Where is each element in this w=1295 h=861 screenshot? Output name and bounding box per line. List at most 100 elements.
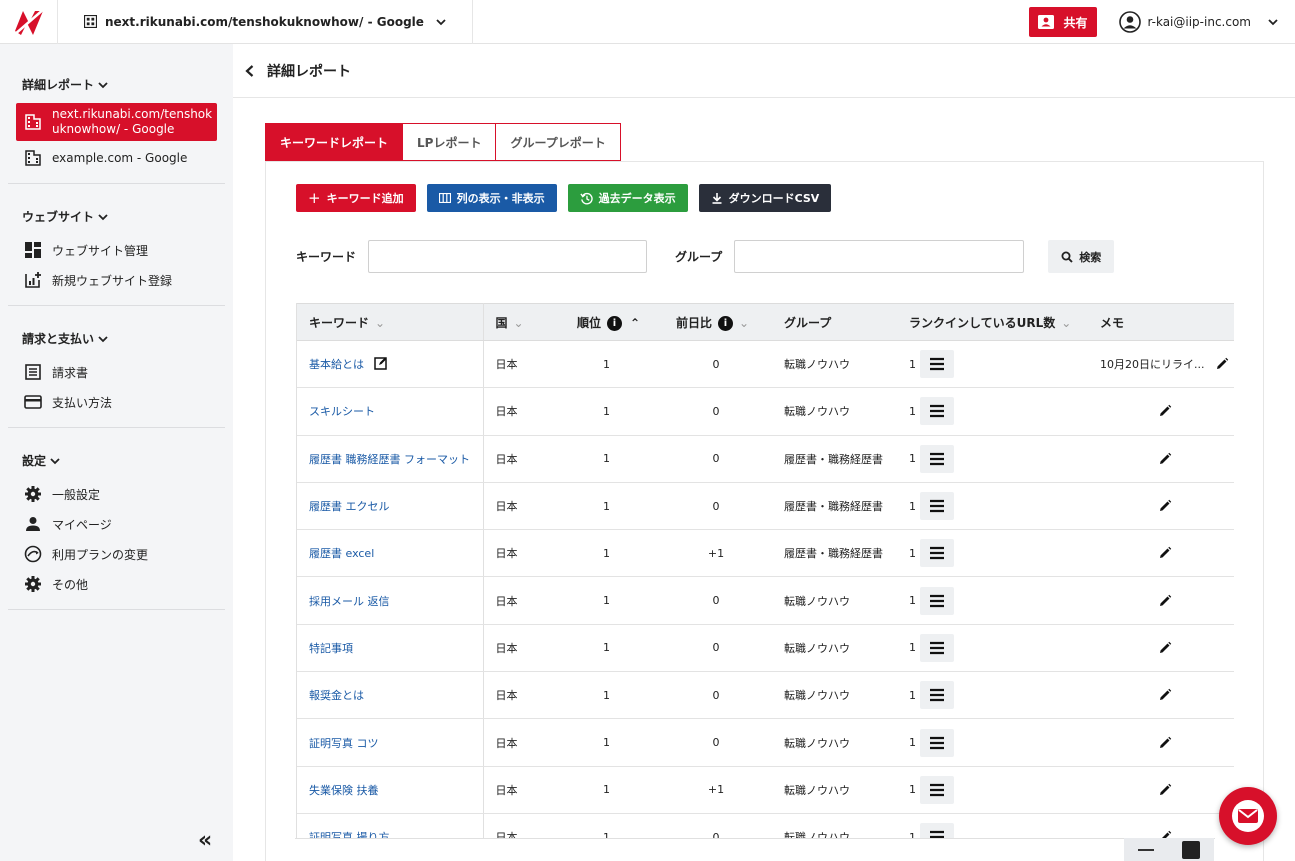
pencil-icon[interactable] [1158, 499, 1172, 513]
download-csv-button[interactable]: ダウンロードCSV [698, 184, 832, 212]
keyword-cell[interactable]: 履歴書 エクセル [297, 482, 484, 531]
keyword-cell[interactable]: 証明写真 コツ [297, 718, 484, 767]
sidebar-heading-reports[interactable]: 詳細レポート [22, 76, 217, 93]
url-list-button[interactable] [920, 823, 954, 839]
rank-cell: 1 [553, 529, 660, 578]
history-data-button[interactable]: 過去データ表示 [567, 184, 688, 212]
sort-chevron-icon: ⌄ [375, 315, 386, 330]
pencil-icon[interactable] [1158, 594, 1172, 608]
sidebar-heading-website[interactable]: ウェブサイト [22, 208, 217, 225]
pencil-icon[interactable] [1158, 452, 1172, 466]
plan-icon [24, 545, 42, 563]
column-header-label: 国 [495, 315, 508, 330]
sidebar-item-website-manage[interactable]: ウェブサイト管理 [16, 235, 217, 265]
chat-support-button[interactable] [1219, 787, 1277, 845]
keyword-cell[interactable]: 証明写真 撮り方 [297, 813, 484, 839]
pencil-icon[interactable] [1158, 688, 1172, 702]
url-list-button[interactable] [920, 633, 954, 662]
column-header-change[interactable]: 前日比 i ⌄ [660, 303, 772, 341]
pencil-icon[interactable] [1158, 404, 1172, 418]
edit-square-icon[interactable] [374, 356, 388, 370]
url-list-button[interactable] [920, 444, 954, 473]
sidebar-item-mypage[interactable]: マイページ [16, 509, 217, 539]
user-email: r-kai@iip-inc.com [1147, 15, 1251, 29]
square-icon[interactable] [1182, 840, 1200, 859]
keyword-cell[interactable]: 履歴書 excel [297, 529, 484, 578]
sidebar-item-change-plan[interactable]: 利用プランの変更 [16, 539, 217, 569]
column-header-country[interactable]: 国 ⌄ [483, 303, 553, 341]
keyword-link[interactable]: 採用メール 返信 [309, 595, 390, 608]
keyword-link[interactable]: 報奨金とは [309, 689, 364, 702]
keyword-link[interactable]: 基本給とは [309, 358, 364, 371]
app-logo[interactable] [0, 0, 58, 44]
sidebar-item-invoice[interactable]: 請求書 [16, 357, 217, 387]
toggle-columns-button[interactable]: 列の表示・非表示 [426, 184, 557, 212]
info-icon[interactable]: i [718, 315, 734, 331]
keyword-cell[interactable]: 基本給とは [297, 340, 484, 389]
keyword-link[interactable]: 履歴書 職務経歴書 フォーマット [309, 453, 470, 466]
keyword-link[interactable]: 履歴書 エクセル [309, 500, 390, 513]
keyword-link[interactable]: 失業保険 扶養 [309, 784, 379, 797]
minimize-icon[interactable] [1138, 848, 1154, 851]
keyword-cell[interactable]: 失業保険 扶養 [297, 766, 484, 814]
sidebar-item-payment-method[interactable]: 支払い方法 [16, 387, 217, 417]
url-list-button[interactable] [920, 681, 954, 710]
info-icon[interactable]: i [607, 315, 623, 331]
url-list-button[interactable] [920, 350, 954, 379]
hamburger-menu-icon [930, 594, 944, 607]
pencil-icon[interactable] [1215, 357, 1229, 371]
pencil-icon[interactable] [1158, 783, 1172, 797]
sidebar-item-website-register[interactable]: 新規ウェブサイト登録 [16, 265, 217, 295]
url-list-button[interactable] [920, 775, 954, 804]
column-header-url-count[interactable]: ランクインしているURL数 ⌄ [897, 303, 1088, 341]
site-selector[interactable]: next.rikunabi.com/tenshokuknowhow/ - Goo… [58, 0, 473, 44]
rank-cell: 1 [553, 624, 660, 673]
share-button[interactable]: 共有 [1029, 7, 1098, 37]
keyword-link[interactable]: 特記事項 [309, 642, 353, 655]
avatar-icon [1119, 11, 1142, 33]
sidebar-heading-settings[interactable]: 設定 [22, 452, 217, 469]
scroll-controls[interactable] [1124, 838, 1214, 861]
tab-lp-report[interactable]: LPレポート [403, 123, 497, 161]
keyword-link[interactable]: 履歴書 excel [309, 547, 374, 560]
url-list-button[interactable] [920, 397, 954, 426]
horizontal-scrollbar[interactable] [295, 838, 1215, 861]
pencil-icon[interactable] [1158, 736, 1172, 750]
url-list-button[interactable] [920, 728, 954, 757]
keyword-link[interactable]: スキルシート [309, 405, 375, 418]
tab-group-report[interactable]: グループレポート [496, 123, 621, 161]
sidebar-item-site-example[interactable]: example.com - Google [16, 143, 217, 173]
keyword-cell[interactable]: 特記事項 [297, 624, 484, 673]
keyword-cell[interactable]: 報奨金とは [297, 671, 484, 720]
sidebar-item-general-settings[interactable]: 一般設定 [16, 479, 217, 509]
column-header-rank[interactable]: 順位 i ⌃ [553, 303, 660, 341]
sidebar-item-label: 新規ウェブサイト登録 [52, 273, 173, 288]
sidebar-item-other[interactable]: その他 [16, 569, 217, 599]
pencil-icon[interactable] [1158, 641, 1172, 655]
pencil-icon[interactable] [1158, 546, 1172, 560]
back-arrow-icon[interactable] [243, 64, 257, 78]
url-list-button[interactable] [920, 492, 954, 521]
sidebar-heading-billing[interactable]: 請求と支払い [22, 330, 217, 347]
sidebar-item-site-rikunabi[interactable]: next.rikunabi.com/tenshokuknowhow/ - Goo… [16, 103, 217, 141]
group-cell: 転職ノウハウ [772, 671, 897, 720]
collapse-sidebar-button[interactable]: « [198, 828, 212, 853]
keyword-cell[interactable]: スキルシート [297, 387, 484, 436]
keyword-cell[interactable]: 履歴書 職務経歴書 フォーマット [297, 435, 484, 483]
group-filter-input[interactable] [734, 240, 1025, 273]
gear-icon [24, 485, 42, 503]
keyword-filter-input[interactable] [368, 240, 648, 273]
column-header-group[interactable]: グループ [772, 303, 897, 341]
url-list-button[interactable] [920, 539, 954, 568]
sidebar-heading-label: 請求と支払い [22, 332, 95, 346]
column-header-keyword[interactable]: キーワード ⌄ [297, 303, 484, 341]
tab-keyword-report[interactable]: キーワードレポート [265, 123, 404, 161]
add-keyword-button[interactable]: + キーワード追加 [296, 184, 416, 212]
user-menu[interactable]: r-kai@iip-inc.com [1119, 11, 1279, 33]
sidebar-item-label: その他 [52, 577, 89, 592]
keyword-cell[interactable]: 採用メール 返信 [297, 576, 484, 625]
keyword-link[interactable]: 証明写真 コツ [309, 737, 379, 750]
search-button[interactable]: 検索 [1048, 240, 1115, 273]
column-header-memo[interactable]: メモ [1088, 303, 1234, 341]
url-list-button[interactable] [920, 586, 954, 615]
